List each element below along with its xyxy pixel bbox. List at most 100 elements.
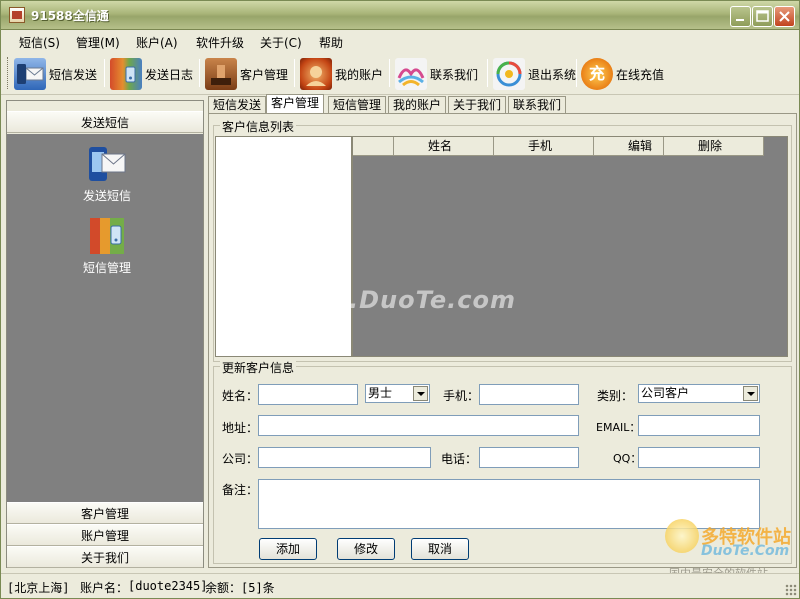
tab-sms-manage[interactable]: 短信管理 [328,96,387,114]
email-field[interactable] [638,415,760,436]
watermark-text: www.DuoTe.com [281,286,516,314]
toolbar-grip[interactable] [7,57,10,89]
grid-header: 姓名 手机 编辑 删除 [353,137,764,156]
phone-label: 手机： [443,389,480,403]
toolbar-label: 退出系统 [528,67,577,82]
toolbar-contact-button[interactable]: 联系我们 [395,56,478,92]
toolbar-recharge-button[interactable]: 充 在线充值 [581,56,664,92]
name-label: 姓名： [222,389,259,403]
toolbar-label: 短信发送 [49,67,98,82]
tab-contact-us[interactable]: 联系我们 [508,96,567,114]
chevron-down-icon[interactable] [413,386,428,401]
grid-row-header-cell [353,137,394,156]
status-location: [北京上海] [7,581,70,595]
toolbar-label: 发送日志 [145,67,194,82]
status-account-value: [duote2345] [128,579,208,593]
status-balance-label: 余额： [205,581,242,595]
sidebar-item-label: 发送短信 [82,189,131,203]
menu-help[interactable]: 帮助 [319,34,343,51]
maximize-button[interactable] [752,6,773,27]
sms-manage-icon [87,216,127,256]
status-balance-value: [5]条 [241,581,275,595]
menu-manage[interactable]: 管理(M) [76,34,120,51]
qq-field[interactable] [638,447,760,468]
add-button[interactable]: 添加 [259,538,317,560]
customer-group-list[interactable] [215,136,352,357]
menu-account[interactable]: 账户(A) [136,34,178,51]
toolbar-label: 客户管理 [240,67,289,82]
status-account-label: 账户名： [80,581,129,595]
tab-my-account[interactable]: 我的账户 [388,96,447,114]
toolbar-exit-button[interactable]: 退出系统 [493,56,576,92]
toolbar-my-account-button[interactable]: 我的账户 [300,56,383,92]
toolbar-separator [487,59,488,87]
menu-about[interactable]: 关于(C) [260,34,302,51]
status-bar: [北京上海] 账户名： [duote2345] 余额： [5]条 [1,573,799,598]
menu-sms[interactable]: 短信(S) [19,34,60,51]
minimize-button[interactable] [730,6,751,27]
category-label: 类别： [597,389,634,403]
app-window: 91588全信通 短信(S) 管理(M) 账户(A) 软件升级 关于(C) 帮助… [0,0,800,599]
toolbar-label: 在线充值 [616,67,665,82]
customer-grid[interactable]: 姓名 手机 编辑 删除 [352,136,788,357]
gender-value: 男士 [368,386,393,400]
cancel-button[interactable]: 取消 [411,538,469,560]
sidebar-item-label: 短信管理 [82,261,131,275]
toolbar-customer-button[interactable]: 客户管理 [205,56,288,92]
envelope-phone-icon [14,58,46,90]
sidebar-header-send-sms[interactable]: 发送短信 [7,111,203,133]
tab-sms-send[interactable]: 短信发送 [208,96,267,114]
column-header-name[interactable]: 姓名 [394,137,494,156]
company-field[interactable] [258,447,431,468]
app-icon [9,7,25,23]
group-title: 客户信息列表 [220,118,297,135]
gender-select[interactable]: 男士 [365,384,430,403]
column-header-delete[interactable]: 删除 [664,137,764,156]
category-select[interactable]: 公司客户 [638,384,760,403]
resize-grip-icon[interactable] [785,584,797,596]
toolbar-label: 联系我们 [430,67,479,82]
contact-icon [395,58,427,90]
mascot-icon [665,519,699,553]
name-field[interactable] [258,384,358,405]
sidebar-item-sms-manage[interactable]: 短信管理 [65,216,149,276]
tab-about-us[interactable]: 关于我们 [448,96,507,114]
column-header-phone[interactable]: 手机 [494,137,594,156]
tel-label: 电话： [441,452,478,466]
phone-field[interactable] [479,384,579,405]
close-icon [779,11,790,22]
company-label: 公司： [222,452,259,466]
minimize-icon [736,19,744,21]
tab-customer-manage[interactable]: 客户管理 [266,94,325,114]
toolbar-separator [199,59,200,87]
category-value: 公司客户 [641,386,690,400]
window-title: 91588全信通 [31,9,109,23]
tel-field[interactable] [479,447,579,468]
title-bar[interactable]: 91588全信通 [1,1,799,30]
column-header-edit[interactable]: 编辑 [594,137,664,156]
log-book-icon [110,58,142,90]
toolbar-separator [576,59,577,87]
sidebar-item-about-us[interactable]: 关于我们 [7,546,203,568]
toolbar-send-log-button[interactable]: 发送日志 [110,56,193,92]
maximize-icon [756,10,769,22]
toolbar-label: 我的账户 [335,67,384,82]
chevron-down-icon[interactable] [743,386,758,401]
edit-button[interactable]: 修改 [337,538,395,560]
account-icon [300,58,332,90]
toolbar-send-sms-button[interactable]: 短信发送 [14,56,97,92]
sidebar-item-account-manage[interactable]: 账户管理 [7,524,203,546]
menu-upgrade[interactable]: 软件升级 [196,34,244,51]
menu-bar: 短信(S) 管理(M) 账户(A) 软件升级 关于(C) 帮助 [1,31,799,51]
sidebar-item-customer-manage[interactable]: 客户管理 [7,502,203,524]
note-label: 备注： [222,483,259,497]
group-title: 更新客户信息 [220,359,297,376]
address-field[interactable] [258,415,579,436]
email-label: EMAIL： [596,421,641,434]
send-sms-icon [87,144,127,184]
sidebar-icon-area: 发送短信 短信管理 [7,134,203,502]
close-button[interactable] [774,6,795,27]
toolbar-separator [294,59,295,87]
recharge-icon: 充 [581,58,613,90]
sidebar-item-send-sms[interactable]: 发送短信 [65,144,149,204]
